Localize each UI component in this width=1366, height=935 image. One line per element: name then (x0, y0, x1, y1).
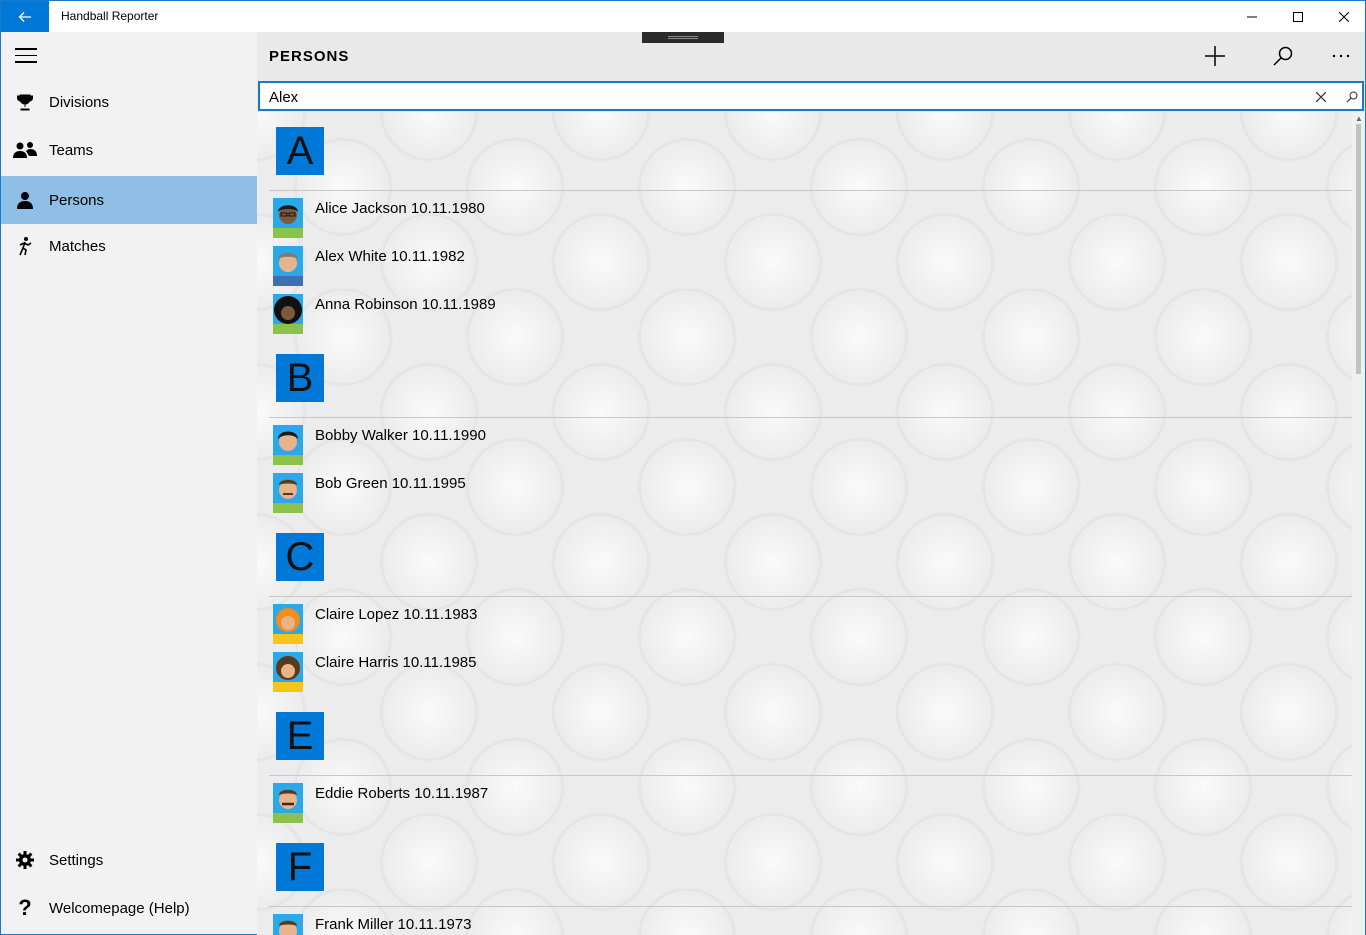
list-item[interactable]: Anna Robinson 10.11.1989 (269, 286, 1352, 334)
search-input[interactable] (269, 87, 1269, 107)
search-box (258, 81, 1364, 111)
avatar (273, 294, 303, 334)
trophy-icon (1, 93, 49, 111)
group-header-b[interactable]: B (276, 354, 324, 402)
person-name: Bobby Walker 10.11.1990 (315, 427, 486, 444)
question-icon: ? (18, 895, 32, 920)
avatar (273, 473, 303, 513)
drag-handle[interactable] (642, 32, 724, 43)
gear-icon (1, 850, 49, 870)
clear-icon (1316, 92, 1326, 102)
person-name: Alice Jackson 10.11.1980 (315, 200, 485, 217)
maximize-button[interactable] (1275, 1, 1321, 33)
list-item[interactable]: Alice Jackson 10.11.1980 (269, 190, 1352, 238)
list-item[interactable]: Eddie Roberts 10.11.1987 (269, 775, 1352, 823)
title-bar: Handball Reporter (0, 0, 1366, 33)
sidebar: Divisions Teams Persons Matches Settings… (0, 32, 258, 935)
add-person-button[interactable] (1191, 40, 1239, 72)
avatar (273, 198, 303, 238)
person-name: Anna Robinson 10.11.1989 (315, 296, 496, 313)
list-item[interactable]: Claire Harris 10.11.1985 (269, 644, 1352, 692)
clear-search-button[interactable] (1312, 88, 1330, 106)
person-name: Eddie Roberts 10.11.1987 (315, 785, 489, 802)
page-title: PERSONS (269, 48, 350, 65)
person-icon (1, 191, 49, 209)
list-item[interactable]: Alex White 10.11.1982 (269, 238, 1352, 286)
person-name: Claire Lopez 10.11.1983 (315, 606, 478, 623)
list-item[interactable]: Bob Green 10.11.1995 (269, 465, 1352, 513)
minimize-button[interactable] (1229, 1, 1275, 33)
submit-search-button[interactable] (1343, 88, 1361, 106)
close-window-button[interactable] (1321, 1, 1366, 33)
avatar (273, 783, 303, 823)
sidebar-item-matches[interactable]: Matches (1, 222, 258, 270)
hamburger-menu-icon[interactable] (15, 48, 37, 66)
add-icon (1205, 46, 1225, 66)
sidebar-item-persons[interactable]: Persons (1, 176, 258, 224)
back-arrow-icon (18, 12, 31, 22)
search-icon (1273, 46, 1293, 66)
avatar (273, 604, 303, 644)
person-name: Alex White 10.11.1982 (315, 248, 465, 265)
minimize-icon (1247, 16, 1257, 18)
group-header-c[interactable]: C (276, 533, 324, 581)
persons-list[interactable]: A Alice Jackson 10.11.1980 Alex White 10… (257, 112, 1352, 935)
sidebar-item-label: Persons (49, 191, 105, 209)
sidebar-item-label: Matches (49, 237, 106, 255)
sidebar-item-help[interactable]: ? Welcomepage (Help) (1, 884, 258, 932)
avatar (273, 425, 303, 465)
sidebar-item-label: Welcomepage (Help) (49, 899, 190, 917)
close-icon (1339, 12, 1349, 22)
person-name: Claire Harris 10.11.1985 (315, 654, 477, 671)
sidebar-item-teams[interactable]: Teams (1, 126, 258, 174)
back-button[interactable] (1, 1, 49, 33)
group-header-e[interactable]: E (276, 712, 324, 760)
scrollbar-thumb[interactable] (1356, 124, 1361, 374)
person-name: Bob Green 10.11.1995 (315, 475, 466, 492)
avatar (273, 246, 303, 286)
group-header-a[interactable]: A (276, 127, 324, 175)
runner-icon (1, 236, 49, 256)
main-content: PERSONS A Alice Jackson 10.11.1980 Alex … (257, 32, 1366, 935)
list-item[interactable]: Bobby Walker 10.11.1990 (269, 417, 1352, 465)
person-name: Frank Miller 10.11.1973 (315, 916, 472, 933)
search-button[interactable] (1259, 40, 1307, 72)
sidebar-item-settings[interactable]: Settings (1, 836, 258, 884)
sidebar-item-label: Teams (49, 141, 94, 159)
list-item[interactable]: Claire Lopez 10.11.1983 (269, 596, 1352, 644)
avatar (273, 652, 303, 692)
sidebar-item-label: Settings (49, 851, 104, 869)
maximize-icon (1293, 12, 1303, 22)
more-button[interactable] (1317, 40, 1365, 72)
vertical-scrollbar[interactable]: ▲ (1352, 112, 1365, 935)
sidebar-item-divisions[interactable]: Divisions (1, 78, 258, 126)
app-title: Handball Reporter (61, 9, 159, 23)
group-header-f[interactable]: F (276, 843, 324, 891)
sidebar-item-label: Divisions (49, 93, 110, 111)
avatar (273, 914, 303, 935)
scroll-up-icon[interactable]: ▲ (1355, 114, 1363, 123)
more-icon (1332, 54, 1350, 58)
search-small-icon (1346, 91, 1358, 103)
list-item[interactable]: Frank Miller 10.11.1973 (269, 906, 1352, 935)
people-icon (1, 141, 49, 159)
